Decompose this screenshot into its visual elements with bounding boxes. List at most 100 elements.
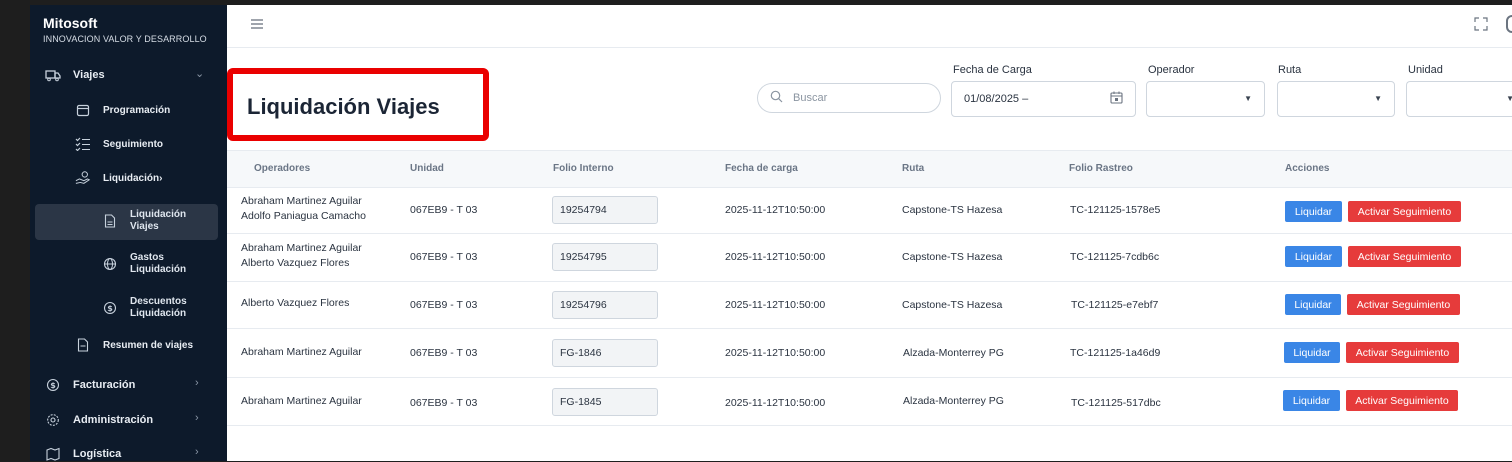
- folio-interno-input[interactable]: 19254794: [552, 196, 658, 224]
- sidebar-item-administracion[interactable]: Administración ›: [45, 412, 210, 428]
- unidad-value: 067EB9 - T 03: [410, 299, 478, 311]
- ruta-value: Capstone-TS Hazesa: [902, 251, 1003, 263]
- sidebar-item-label: Descuentos Liquidación: [130, 296, 187, 319]
- folio-rastreo-value: TC-121125-517dbc: [1071, 397, 1161, 409]
- operator-name: Abraham Martinez Aguilar: [241, 195, 362, 207]
- truck-icon: [45, 67, 61, 83]
- sidebar-item-resumen[interactable]: Resumen de viajes: [75, 337, 193, 353]
- activar-seguimiento-button[interactable]: Activar Seguimiento: [1347, 294, 1460, 315]
- table-row: Abraham Martinez Aguilar Adolfo Paniagua…: [227, 188, 1512, 234]
- sidebar-item-liquidacion[interactable]: Liquidación ›: [75, 170, 210, 186]
- dollar-circle-icon: $: [45, 377, 61, 393]
- operator-name: Abraham Martinez Aguilar: [241, 395, 362, 407]
- unidad-value: 067EB9 - T 03: [410, 397, 478, 409]
- sidebar-item-seguimiento[interactable]: Seguimiento: [75, 136, 163, 152]
- liquidar-button[interactable]: Liquidar: [1285, 201, 1342, 222]
- sidebar-item-label: Liquidación: [103, 172, 160, 184]
- chevron-right-icon: ›: [195, 377, 199, 389]
- unidad-label: Unidad: [1408, 64, 1443, 76]
- folio-interno-input[interactable]: 19254796: [552, 291, 658, 319]
- fecha-value: 2025-11-12T10:50:00: [725, 204, 826, 216]
- page-title: Liquidación Viajes: [247, 94, 440, 119]
- sidebar: Mitosoft INNOVACION VALOR Y DESARROLLO V…: [30, 5, 227, 461]
- folio-interno-input[interactable]: 19254795: [552, 243, 658, 271]
- col-folio-interno: Folio Interno: [553, 163, 614, 174]
- ruta-value: Alzada-Monterrey PG: [903, 347, 1004, 359]
- sidebar-item-facturacion[interactable]: $ Facturación ›: [45, 377, 210, 393]
- operator-name: Abraham Martinez Aguilar: [241, 242, 362, 254]
- sidebar-item-label: Viajes: [73, 69, 105, 81]
- user-icon[interactable]: [1506, 15, 1512, 33]
- activar-seguimiento-button[interactable]: Activar Seguimiento: [1346, 390, 1458, 411]
- col-ruta: Ruta: [902, 163, 925, 174]
- unidad-value: 067EB9 - T 03: [410, 347, 478, 359]
- svg-text:$: $: [50, 381, 56, 390]
- folio-rastreo-value: TC-121125-1578e5: [1070, 204, 1161, 216]
- liquidar-button[interactable]: Liquidar: [1284, 342, 1340, 363]
- activar-seguimiento-button[interactable]: Activar Seguimiento: [1348, 201, 1461, 222]
- caret-down-icon: ▼: [1374, 94, 1382, 103]
- ruta-select[interactable]: ▼: [1277, 81, 1395, 117]
- liquidar-button[interactable]: Liquidar: [1285, 294, 1341, 315]
- brand-name: Mitosoft: [43, 15, 98, 31]
- chevron-down-icon: ⌄: [195, 68, 205, 80]
- fecha-value: 2025-11-12T10:50:00: [725, 299, 826, 311]
- ruta-value: Capstone-TS Hazesa: [902, 204, 1003, 216]
- operador-select[interactable]: ▼: [1146, 81, 1265, 117]
- col-operadores: Operadores: [254, 163, 311, 174]
- fecha-value: 01/08/2025 –: [964, 93, 1029, 105]
- sidebar-item-label: Administración: [73, 414, 154, 426]
- screen-frame: Mitosoft INNOVACION VALOR Y DESARROLLO V…: [0, 0, 1512, 461]
- sidebar-item-label: Programación: [103, 104, 171, 116]
- chevron-right-icon: ›: [195, 446, 199, 458]
- sidebar-item-descuentos[interactable]: $ Descuentos Liquidación: [102, 296, 190, 320]
- fecha-carga-field[interactable]: 01/08/2025 –: [951, 81, 1136, 117]
- liquidar-button[interactable]: Liquidar: [1285, 246, 1342, 267]
- brand: Mitosoft INNOVACION VALOR Y DESARROLLO: [43, 15, 207, 44]
- col-fecha-carga: Fecha de carga: [725, 163, 798, 174]
- fecha-label: Fecha de Carga: [953, 64, 1032, 76]
- sidebar-item-liquidacion-viajes[interactable]: Liquidación Viajes: [102, 209, 190, 233]
- chevron-right-icon: ›: [159, 172, 163, 184]
- folio-rastreo-value: TC-121125-e7ebf7: [1071, 299, 1159, 311]
- sidebar-item-viajes[interactable]: Viajes ⌄: [45, 67, 210, 83]
- folio-interno-input[interactable]: FG-1846: [552, 339, 658, 367]
- fecha-value: 2025-11-12T10:50:00: [725, 397, 826, 409]
- fullscreen-icon[interactable]: [1474, 17, 1488, 34]
- activar-seguimiento-button[interactable]: Activar Seguimiento: [1348, 246, 1461, 267]
- search-placeholder: Buscar: [793, 92, 828, 104]
- dollar-circle-icon: $: [102, 300, 118, 316]
- unidad-value: 067EB9 - T 03: [410, 251, 478, 263]
- calendar-icon[interactable]: [1110, 91, 1123, 107]
- document-icon: [75, 337, 91, 353]
- unidad-select[interactable]: ▼: [1406, 81, 1512, 117]
- sidebar-item-label: Gastos Liquidación: [130, 252, 187, 275]
- sidebar-item-programacion[interactable]: Programación: [75, 102, 170, 118]
- sidebar-item-logistica[interactable]: Logística ›: [45, 446, 210, 462]
- operator-name: Alberto Vazquez Flores: [241, 257, 350, 269]
- fecha-value: 2025-11-12T10:50:00: [725, 251, 826, 263]
- sidebar-item-label: Logística: [73, 448, 122, 460]
- sidebar-item-label: Facturación: [73, 379, 136, 391]
- ruta-value: Capstone-TS Hazesa: [902, 299, 1003, 311]
- menu-toggle-icon[interactable]: [250, 17, 264, 35]
- calendar-icon: [75, 102, 91, 118]
- activar-seguimiento-button[interactable]: Activar Seguimiento: [1346, 342, 1459, 363]
- liquidar-button[interactable]: Liquidar: [1283, 390, 1340, 411]
- col-folio-rastreo: Folio Rastreo: [1069, 163, 1133, 174]
- folio-rastreo-value: TC-121125-7cdb6c: [1070, 251, 1160, 263]
- gear-icon: [45, 412, 61, 428]
- table-row: Abraham Martinez Aguilar 067EB9 - T 03 F…: [227, 378, 1512, 426]
- sidebar-item-gastos[interactable]: Gastos Liquidación: [102, 252, 190, 276]
- search-input[interactable]: Buscar: [757, 83, 941, 113]
- globe-icon: [102, 256, 118, 272]
- table-row: Abraham Martinez Aguilar 067EB9 - T 03 F…: [227, 329, 1512, 378]
- unidad-value: 067EB9 - T 03: [410, 204, 478, 216]
- folio-rastreo-value: TC-121125-1a46d9: [1070, 347, 1161, 359]
- folio-interno-input[interactable]: FG-1845: [552, 388, 658, 416]
- caret-down-icon: ▼: [1506, 94, 1512, 103]
- fecha-value: 2025-11-12T10:50:00: [725, 347, 826, 359]
- topbar: [227, 5, 1512, 48]
- operator-name: Alberto Vazquez Flores: [241, 297, 350, 309]
- sidebar-item-label: Resumen de viajes: [103, 339, 194, 351]
